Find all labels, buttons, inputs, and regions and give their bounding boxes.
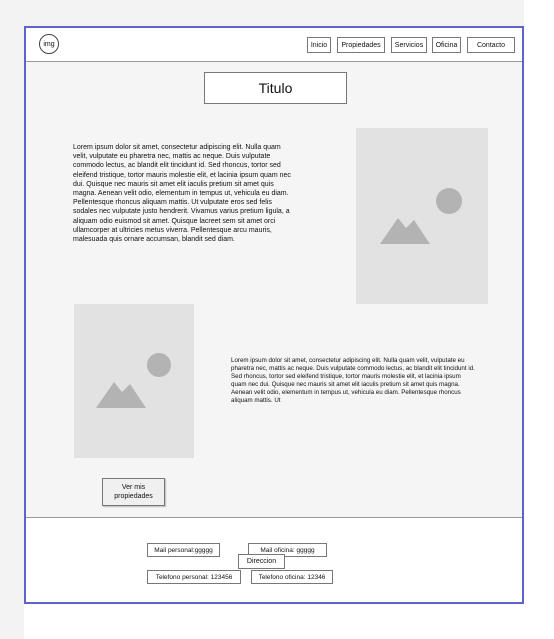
nav-oficina[interactable]: Oficina bbox=[432, 37, 461, 53]
bottom-margin bbox=[24, 604, 554, 639]
ver-propiedades-button[interactable]: Ver mis propiedades bbox=[102, 478, 165, 506]
nav-propiedades[interactable]: Propiedades bbox=[337, 37, 385, 53]
image-placeholder-icon bbox=[96, 353, 171, 408]
logo[interactable]: img bbox=[39, 34, 59, 54]
telefono-personal: Telefono personal: 123456 bbox=[147, 570, 241, 584]
image-placeholder-1 bbox=[356, 128, 488, 304]
page-frame: img Inicio Propiedades Servicios Oficina… bbox=[24, 26, 524, 604]
nav-inicio[interactable]: Inicio bbox=[307, 37, 331, 53]
telefono-oficina: Telefono oficina: 12346 bbox=[251, 570, 333, 584]
image-placeholder-icon bbox=[380, 188, 462, 244]
right-margin bbox=[524, 0, 554, 639]
secondary-paragraph: Lorem ipsum dolor sit amet, consectetur … bbox=[231, 357, 475, 404]
page-title: Titulo bbox=[204, 72, 347, 104]
image-placeholder-2 bbox=[74, 304, 194, 458]
site-footer: Mail personal:ggggg Mail oficina: ggggg … bbox=[26, 517, 522, 602]
direccion-button[interactable]: Direccion bbox=[238, 554, 285, 569]
nav-servicios[interactable]: Servicios bbox=[391, 37, 427, 53]
mail-personal: Mail personal:ggggg bbox=[147, 543, 220, 557]
nav-contacto[interactable]: Contacto bbox=[467, 37, 515, 53]
intro-paragraph: Lorem ipsum dolor sit amet, consectetur … bbox=[73, 144, 291, 244]
site-header: img Inicio Propiedades Servicios Oficina… bbox=[26, 28, 522, 62]
